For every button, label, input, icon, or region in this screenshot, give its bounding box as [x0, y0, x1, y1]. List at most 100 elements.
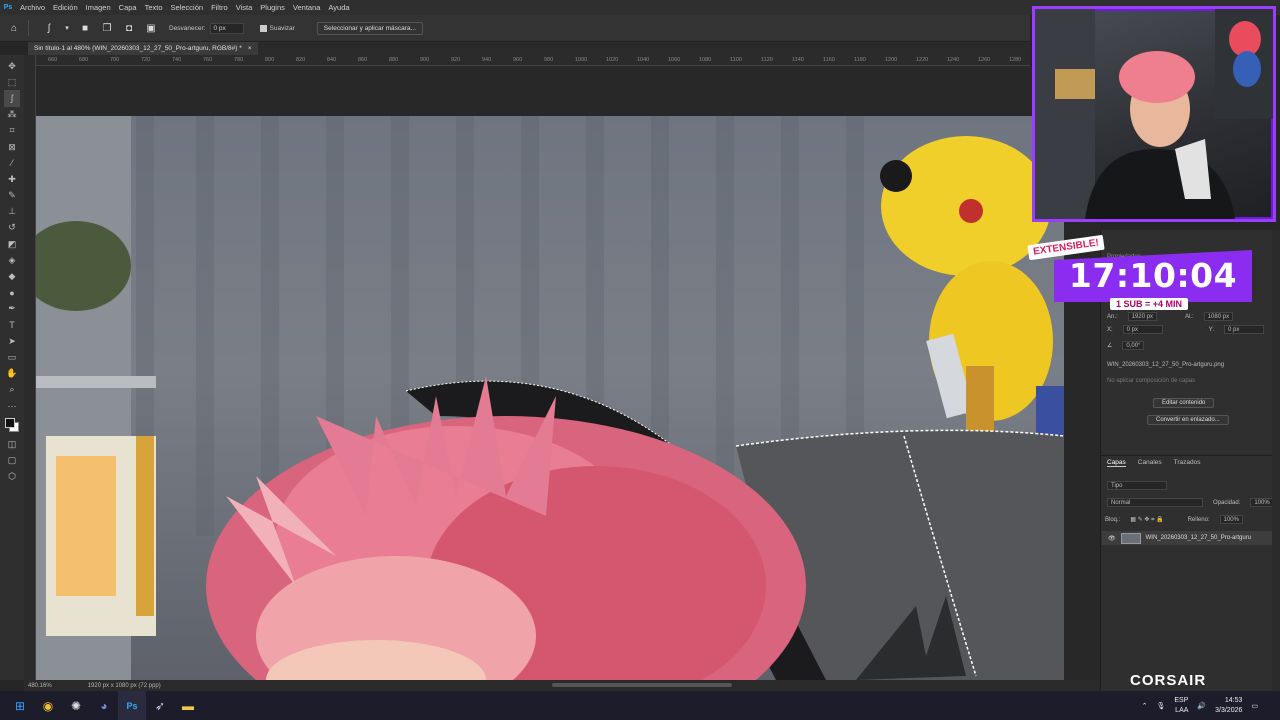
menu-archivo[interactable]: Archivo — [16, 3, 49, 12]
eraser-tool-icon[interactable]: ◩ — [4, 236, 20, 252]
ruler-tick: 780 — [234, 57, 244, 63]
crop-tool-icon[interactable]: ⌗ — [4, 123, 20, 139]
chevron-down-icon[interactable]: ▾ — [63, 20, 71, 36]
layer-row[interactable]: 👁 WIN_20260303_12_27_50_Pro-artguru — [1102, 531, 1272, 545]
menu-capa[interactable]: Capa — [115, 3, 141, 12]
menu-texto[interactable]: Texto — [141, 3, 167, 12]
intersect-selection-icon[interactable]: ▣ — [143, 20, 159, 36]
foreground-color-swatch[interactable] — [5, 418, 15, 429]
layer-comp-select[interactable]: No aplicar composición de capas — [1107, 378, 1195, 384]
lasso-tool-icon[interactable]: ʃ — [4, 90, 20, 107]
microphone-icon[interactable]: 🎙 — [1157, 702, 1166, 710]
menu-vista[interactable]: Vista — [232, 3, 257, 12]
blur-tool-icon[interactable]: ◆ — [4, 268, 20, 284]
lock-label: Bloq.: — [1105, 516, 1121, 523]
paint-bucket-icon[interactable]: ◈ — [4, 252, 20, 268]
hand-tool-icon[interactable]: ✋ — [4, 366, 20, 382]
convert-linked-button[interactable]: Convertir en enlazado... — [1147, 415, 1229, 425]
feather-input[interactable]: 0 px — [209, 22, 244, 34]
menu-seleccion[interactable]: Selección — [167, 3, 208, 12]
menu-edicion[interactable]: Edición — [49, 3, 82, 12]
dodge-tool-icon[interactable]: ● — [4, 285, 20, 301]
volume-icon[interactable]: 🔊 — [1197, 702, 1206, 710]
ruler-tick: 1220 — [916, 57, 929, 63]
tab-capas[interactable]: Capas — [1107, 459, 1126, 467]
menu-ventana[interactable]: Ventana — [289, 3, 325, 12]
generate-icon[interactable]: ⬡ — [4, 469, 20, 485]
menu-imagen[interactable]: Imagen — [82, 3, 115, 12]
corsair-logo: CORSAIR — [1130, 672, 1207, 689]
brush-tool-icon[interactable]: ✎ — [4, 188, 20, 204]
layer-name[interactable]: WIN_20260303_12_27_50_Pro-artguru — [1146, 535, 1251, 541]
divider — [28, 20, 29, 36]
canvas-area[interactable] — [36, 66, 1100, 680]
add-selection-icon[interactable]: ❐ — [99, 20, 115, 36]
antialias-checkbox[interactable] — [259, 24, 267, 32]
magic-wand-tool-icon[interactable]: ⁂ — [4, 107, 20, 123]
more-tools-icon[interactable]: ⋯ — [4, 398, 20, 414]
discord-icon[interactable]: ◕ — [90, 691, 118, 720]
edit-contents-button[interactable]: Editar contenido — [1153, 398, 1215, 408]
type-tool-icon[interactable]: T — [4, 317, 20, 333]
tab-trazados[interactable]: Trazados — [1174, 459, 1201, 467]
menu-plugins[interactable]: Plugins — [256, 3, 289, 12]
panel-scrollbar[interactable] — [1272, 230, 1280, 691]
fill-field[interactable]: 100% — [1219, 515, 1243, 524]
select-and-mask-button[interactable]: Seleccionar y aplicar máscara... — [316, 21, 423, 35]
ruler-tick: 1100 — [730, 57, 742, 63]
zoom-level[interactable]: 480.16% — [28, 683, 52, 689]
rectangle-tool-icon[interactable]: ▭ — [4, 349, 20, 365]
openai-icon[interactable]: ✺ — [62, 691, 90, 720]
chrome-icon[interactable]: ◉ — [34, 691, 62, 720]
screen-mode-icon[interactable]: ▢ — [4, 452, 20, 468]
language-indicator[interactable]: ESP LAA — [1174, 696, 1188, 716]
color-swatches[interactable] — [5, 418, 19, 433]
frame-tool-icon[interactable]: ⊠ — [4, 139, 20, 155]
photoshop-taskbar-icon[interactable]: Ps — [118, 691, 146, 720]
ruler-tick: 940 — [482, 57, 492, 63]
zoom-tool-icon[interactable]: ⌕ — [4, 382, 20, 398]
layer-filter-select[interactable]: Tipo — [1107, 481, 1167, 490]
visibility-eye-icon[interactable]: 👁 — [1108, 535, 1116, 542]
quick-mask-icon[interactable]: ◫ — [4, 436, 20, 452]
move-tool-icon[interactable]: ✥ — [4, 58, 20, 74]
chevron-up-icon[interactable]: ⌃ — [1142, 702, 1148, 710]
width-field[interactable]: 1920 px — [1127, 312, 1158, 321]
lock-pixels-icon[interactable]: ▦ ✎ ✥ ⌗ 🔒 — [1130, 516, 1163, 524]
pen-tool-icon[interactable]: ✒ — [4, 301, 20, 317]
ruler-tick: 800 — [265, 57, 275, 63]
document-tab[interactable]: Sin título-1 al 480% (WIN_20260303_12_27… — [28, 42, 258, 55]
close-icon[interactable]: × — [248, 45, 252, 52]
ruler-tick: 1080 — [699, 57, 712, 63]
document-image[interactable] — [36, 116, 1064, 680]
history-brush-icon[interactable]: ↺ — [4, 220, 20, 236]
height-field[interactable]: 1080 px — [1203, 312, 1234, 321]
tab-canales[interactable]: Canales — [1138, 459, 1162, 467]
clone-stamp-icon[interactable]: ⊥ — [4, 204, 20, 220]
new-selection-icon[interactable]: ■ — [77, 20, 93, 36]
angle-field[interactable]: 0,00° — [1122, 341, 1145, 350]
y-field[interactable]: 0 px — [1224, 325, 1265, 334]
menu-ayuda[interactable]: Ayuda — [324, 3, 353, 12]
photoshop-logo-icon[interactable]: Ps — [0, 0, 16, 15]
eyedropper-tool-icon[interactable]: ⁄ — [4, 155, 20, 171]
windows-start-icon[interactable]: ⊞ — [6, 691, 34, 720]
notification-icon[interactable]: ▭ — [1251, 702, 1258, 710]
path-selection-icon[interactable]: ➤ — [4, 333, 20, 349]
menu-filtro[interactable]: Filtro — [207, 3, 232, 12]
opacity-field[interactable]: 100% — [1250, 498, 1274, 507]
lasso-tool-preset-icon[interactable]: ʃ — [41, 20, 57, 36]
home-icon[interactable]: ⌂ — [6, 20, 22, 36]
marquee-tool-icon[interactable]: ⬚ — [4, 74, 20, 90]
document-title: Sin título-1 al 480% (WIN_20260303_12_27… — [34, 45, 242, 52]
file-explorer-icon[interactable]: ▬ — [174, 691, 202, 720]
subtract-selection-icon[interactable]: ◘ — [121, 20, 137, 36]
y-label: Y: — [1208, 326, 1215, 333]
healing-brush-icon[interactable]: ✚ — [4, 171, 20, 187]
steam-icon[interactable]: ➶ — [146, 691, 174, 720]
clock[interactable]: 14:53 3/3/2026 — [1215, 696, 1242, 716]
blend-mode-select[interactable]: Normal — [1107, 498, 1203, 507]
horizontal-scrollbar[interactable] — [552, 683, 732, 687]
clock-date: 3/3/2026 — [1215, 706, 1243, 714]
x-field[interactable]: 0 px — [1122, 325, 1163, 334]
